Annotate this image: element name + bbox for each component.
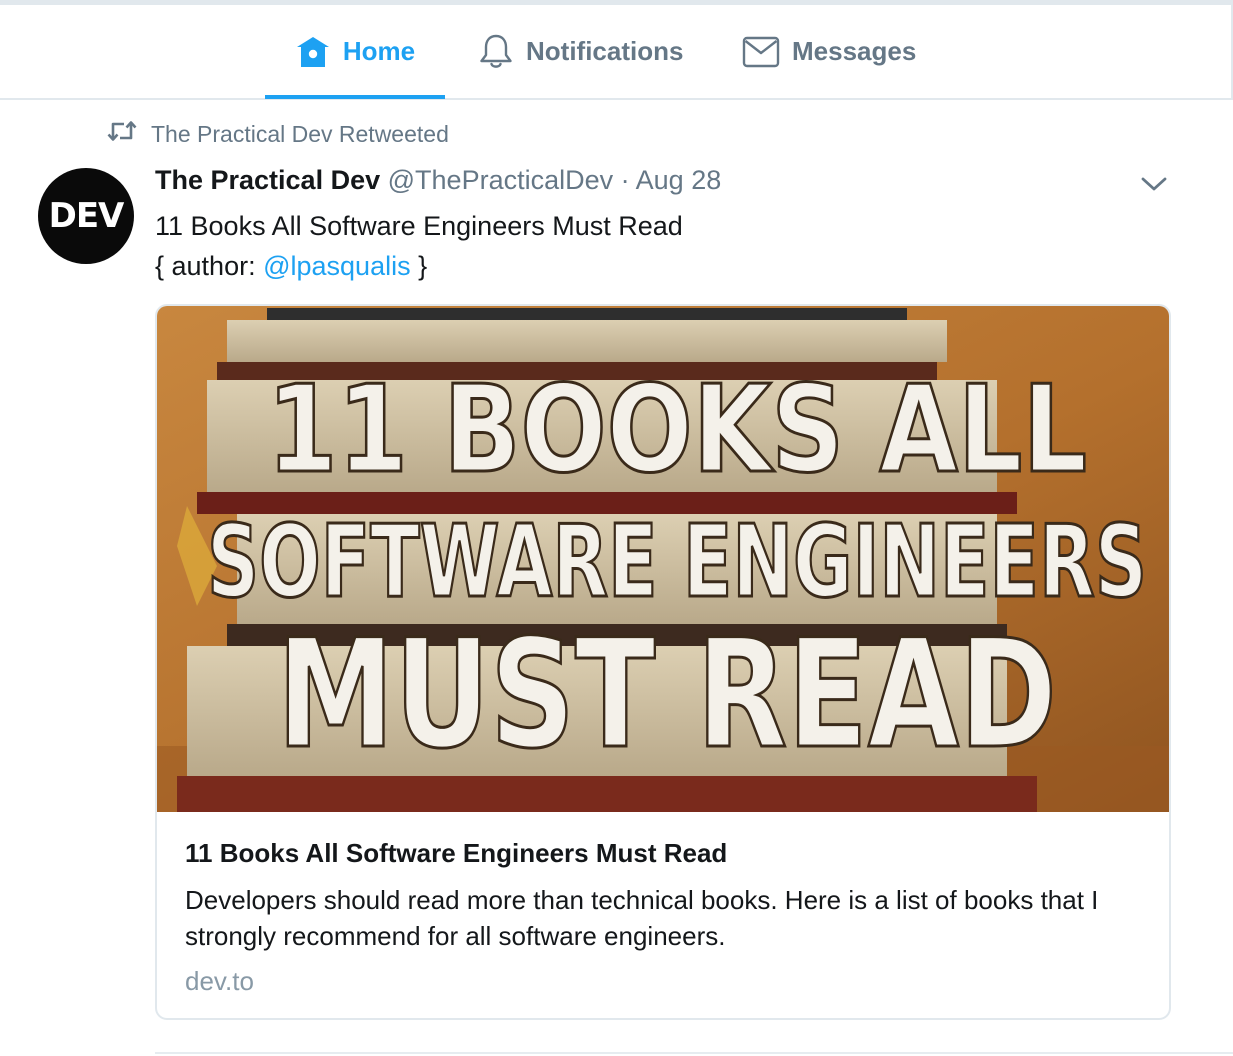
card-domain: dev.to xyxy=(185,966,254,996)
retweet-context: The Practical Dev Retweeted xyxy=(107,120,449,148)
card-title: 11 Books All Software Engineers Must Rea… xyxy=(185,838,728,868)
card-image-text-3: MUST READ xyxy=(277,608,1057,782)
author-handle[interactable]: @ThePracticalDev xyxy=(388,165,613,195)
tab-messages-label: Messages xyxy=(792,36,917,66)
tab-home-label: Home xyxy=(342,36,416,66)
tweet-date[interactable]: Aug 28 xyxy=(636,165,722,195)
tweet-text-prefix: { author: xyxy=(155,251,264,281)
card-description: Developers should read more than technic… xyxy=(185,885,1099,951)
card-image[interactable]: 11 BOOKS ALL SOFTWARE ENGINEERS MUST REA… xyxy=(157,306,1169,812)
tweet-header: The Practical Dev @ThePracticalDev · Aug… xyxy=(155,165,721,196)
tweet-menu-button[interactable] xyxy=(1138,170,1170,198)
retweet-label[interactable]: The Practical Dev Retweeted xyxy=(151,121,449,148)
tab-notifications[interactable]: Notifications xyxy=(478,5,683,98)
retweet-icon xyxy=(107,120,137,148)
avatar-logo-text: DEV xyxy=(48,196,125,236)
tweet-text-line1: 11 Books All Software Engineers Must Rea… xyxy=(155,211,683,241)
active-tab-indicator xyxy=(265,95,445,99)
chevron-down-icon xyxy=(1138,177,1170,202)
card-image-text-2: SOFTWARE ENGINEERS xyxy=(207,503,1147,620)
tweet-divider xyxy=(155,1052,1233,1054)
avatar[interactable]: DEV xyxy=(38,168,134,264)
tab-messages[interactable]: Messages xyxy=(742,5,916,98)
tab-home[interactable]: Home xyxy=(265,5,445,98)
link-card[interactable]: 11 BOOKS ALL SOFTWARE ENGINEERS MUST REA… xyxy=(155,304,1171,1020)
envelope-icon xyxy=(742,35,780,69)
top-navigation: Home Notifications Messages xyxy=(0,5,1233,100)
author-name[interactable]: The Practical Dev xyxy=(155,165,380,195)
tweet-text: 11 Books All Software Engineers Must Rea… xyxy=(155,206,683,286)
card-image-text-1: 11 BOOKS ALL xyxy=(267,361,1087,500)
tweet-text-line2: { author: @lpasqualis } xyxy=(155,246,683,286)
tab-notifications-label: Notifications xyxy=(526,36,684,66)
bell-icon xyxy=(478,33,514,71)
home-icon xyxy=(295,34,331,70)
header-separator: · xyxy=(620,165,630,195)
mention-link[interactable]: @lpasqualis xyxy=(263,251,411,281)
tweet-text-suffix: } xyxy=(410,251,428,281)
